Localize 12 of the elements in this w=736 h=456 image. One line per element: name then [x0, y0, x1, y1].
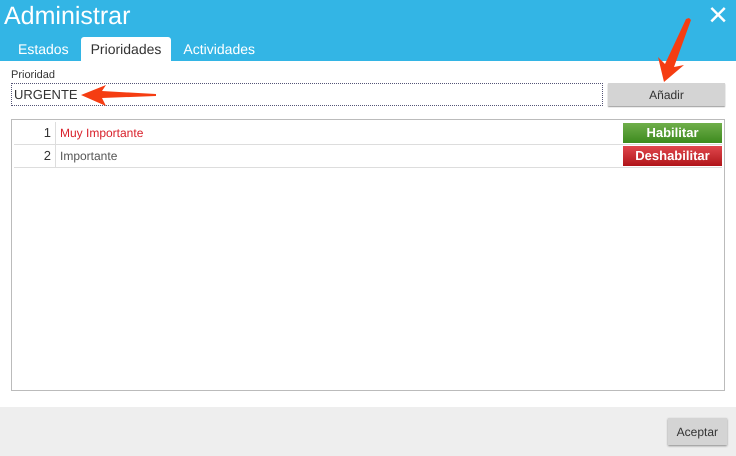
arrow-icon — [656, 17, 692, 83]
row-number: 1 — [14, 122, 56, 144]
accept-button[interactable]: Aceptar — [668, 418, 727, 445]
window-title: Administrar — [3, 1, 130, 31]
priority-name: Muy Importante — [59, 125, 144, 142]
field-label: Prioridad — [11, 69, 56, 82]
tab[interactable]: Prioridades — [80, 37, 172, 61]
arrow-icon — [80, 83, 158, 107]
disable-button[interactable]: Deshabilitar — [623, 146, 722, 166]
priority-name: Importante — [59, 148, 118, 165]
row-number: 2 — [14, 145, 56, 167]
add-button[interactable]: Añadir — [608, 83, 725, 106]
